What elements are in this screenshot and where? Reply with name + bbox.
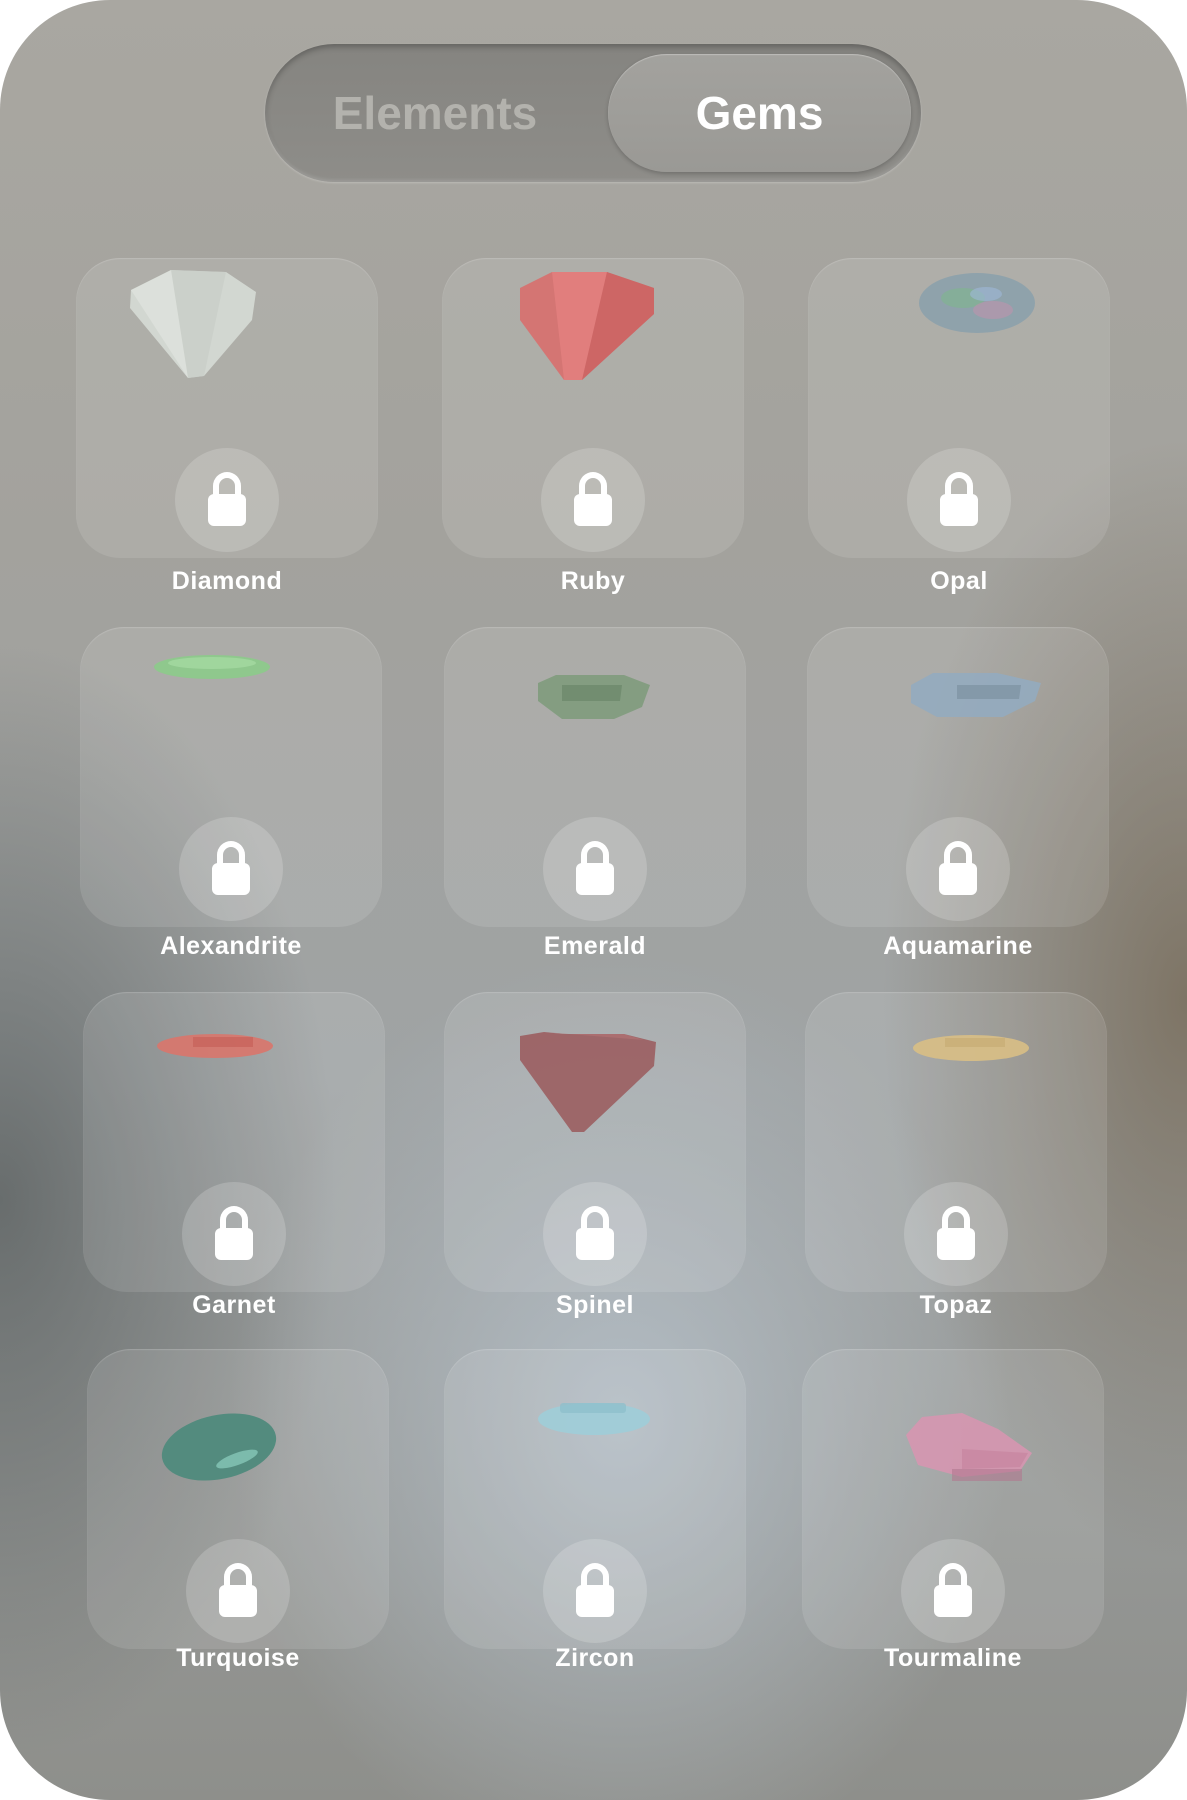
- lock-button: [543, 1539, 647, 1643]
- lock-button: [907, 448, 1011, 552]
- gem-label: Tourmaline: [884, 1644, 1022, 1672]
- gem-label: Garnet: [192, 1291, 276, 1319]
- aquamarine-gem-icon: [807, 627, 1109, 767]
- emerald-gem-icon: [444, 627, 746, 767]
- lock-icon: [576, 1563, 614, 1617]
- lock-button: [543, 1182, 647, 1286]
- gem-tile-diamond[interactable]: [76, 258, 378, 558]
- topaz-gem-icon: [805, 992, 1107, 1132]
- gem-tile-turquoise[interactable]: [87, 1349, 389, 1649]
- gem-tile-tourmaline[interactable]: [802, 1349, 1104, 1649]
- gem-picker-window: Elements Gems Diamond Ruby Opal Alexandr…: [0, 0, 1187, 1800]
- gem-tile-zircon[interactable]: [444, 1349, 746, 1649]
- lock-icon: [576, 1206, 614, 1260]
- gem-label: Aquamarine: [883, 932, 1033, 960]
- opal-gem-icon: [808, 258, 1110, 398]
- gem-label: Turquoise: [176, 1644, 300, 1672]
- lock-button: [541, 448, 645, 552]
- gem-tile-spinel[interactable]: [444, 992, 746, 1292]
- lock-button: [906, 817, 1010, 921]
- gem-grid: Diamond Ruby Opal Alexandrite Emerald Aq…: [0, 0, 1187, 1800]
- lock-icon: [934, 1563, 972, 1617]
- gem-label: Alexandrite: [160, 932, 302, 960]
- lock-icon: [219, 1563, 257, 1617]
- gem-label: Emerald: [543, 932, 647, 960]
- zircon-gem-icon: [444, 1349, 746, 1489]
- gem-label: Ruby: [560, 567, 626, 595]
- lock-icon: [574, 472, 612, 526]
- gem-tile-ruby[interactable]: [442, 258, 744, 558]
- lock-icon: [940, 472, 978, 526]
- lock-icon: [937, 1206, 975, 1260]
- diamond-gem-icon: [76, 258, 378, 398]
- gem-tile-opal[interactable]: [808, 258, 1110, 558]
- gem-tile-alexandrite[interactable]: [80, 627, 382, 927]
- lock-button: [179, 817, 283, 921]
- spinel-gem-icon: [444, 992, 746, 1132]
- tourmaline-gem-icon: [802, 1349, 1104, 1489]
- lock-icon: [208, 472, 246, 526]
- lock-icon: [215, 1206, 253, 1260]
- lock-button: [904, 1182, 1008, 1286]
- lock-icon: [212, 841, 250, 895]
- gem-label: Spinel: [555, 1291, 634, 1319]
- gem-tile-emerald[interactable]: [444, 627, 746, 927]
- gem-label: Zircon: [555, 1644, 635, 1672]
- lock-button: [182, 1182, 286, 1286]
- garnet-gem-icon: [83, 992, 385, 1132]
- alexandrite-gem-icon: [80, 627, 382, 767]
- lock-button: [901, 1539, 1005, 1643]
- lock-button: [175, 448, 279, 552]
- lock-button: [186, 1539, 290, 1643]
- gem-tile-topaz[interactable]: [805, 992, 1107, 1292]
- lock-icon: [939, 841, 977, 895]
- turquoise-gem-icon: [87, 1349, 389, 1489]
- lock-icon: [576, 841, 614, 895]
- gem-label: Diamond: [171, 567, 283, 595]
- gem-tile-garnet[interactable]: [83, 992, 385, 1292]
- lock-button: [543, 817, 647, 921]
- ruby-gem-icon: [442, 258, 744, 398]
- gem-tile-aquamarine[interactable]: [807, 627, 1109, 927]
- gem-label: Topaz: [919, 1291, 993, 1319]
- gem-label: Opal: [930, 567, 988, 595]
